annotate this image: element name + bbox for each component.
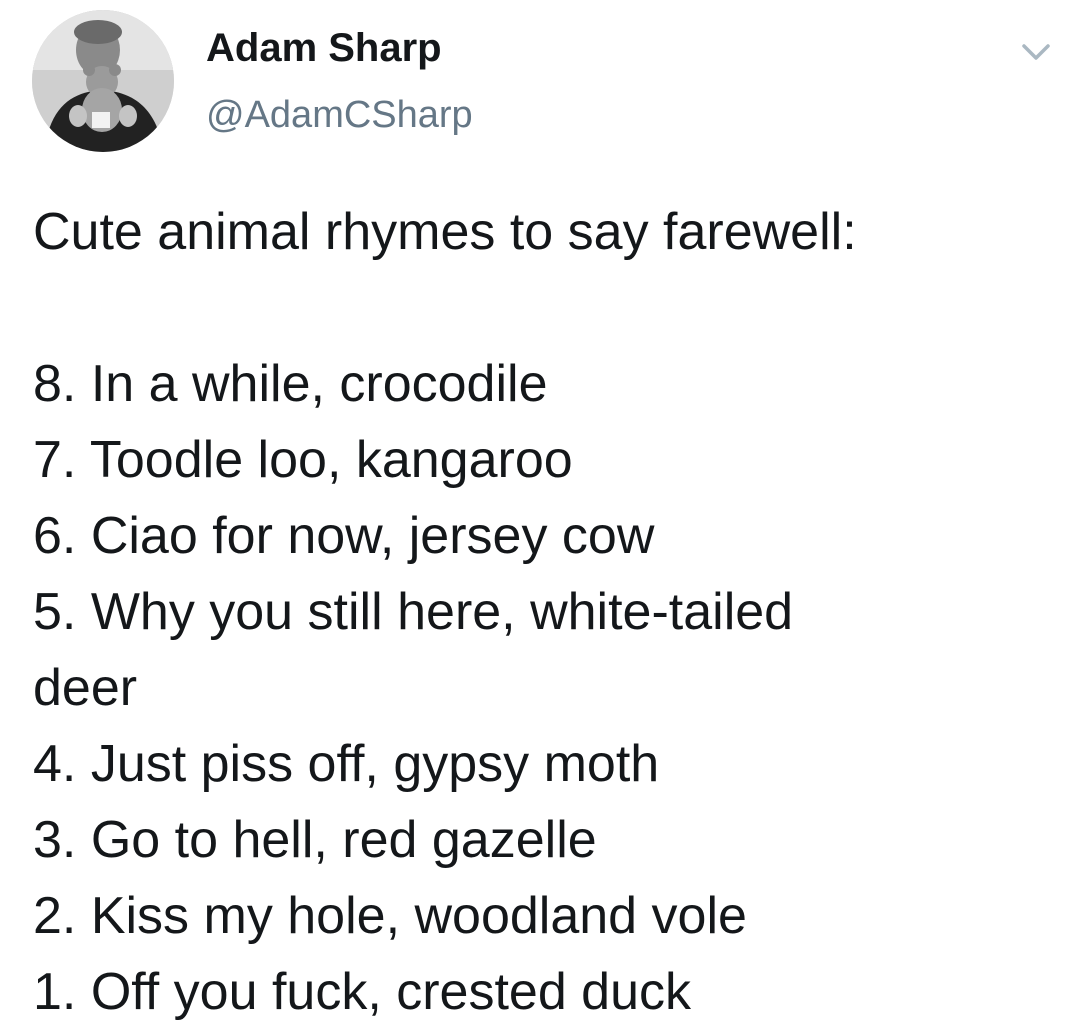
- list-item: 8. In a while, crocodile: [33, 355, 548, 413]
- tweet-header: Adam Sharp @AdamCSharp: [32, 10, 1050, 155]
- list-item: 3. Go to hell, red gazelle: [33, 811, 597, 869]
- avatar[interactable]: [32, 10, 174, 152]
- tweet-text: Cute animal rhymes to say farewell: 8. I…: [33, 194, 1033, 1030]
- list-item: 4. Just piss off, gypsy moth: [33, 735, 660, 793]
- list-item-continuation: deer: [33, 659, 138, 717]
- list-item: 5. Why you still here, white-tailed: [33, 583, 794, 641]
- tweet-intro: Cute animal rhymes to say farewell:: [33, 203, 857, 261]
- avatar-photo-icon: [32, 10, 174, 152]
- tweet-card: Adam Sharp @AdamCSharp Cute animal rhyme…: [0, 0, 1067, 1028]
- paragraph-break: [33, 270, 1033, 346]
- list-item: 7. Toodle loo, kangaroo: [33, 431, 573, 489]
- chevron-down-icon[interactable]: [1016, 32, 1056, 72]
- author-handle[interactable]: @AdamCSharp: [206, 94, 473, 137]
- list-item: 1. Off you fuck, crested duck: [33, 963, 692, 1021]
- list-item: 6. Ciao for now, jersey cow: [33, 507, 655, 565]
- author-display-name[interactable]: Adam Sharp: [206, 26, 442, 71]
- list-item: 2. Kiss my hole, woodland vole: [33, 887, 747, 945]
